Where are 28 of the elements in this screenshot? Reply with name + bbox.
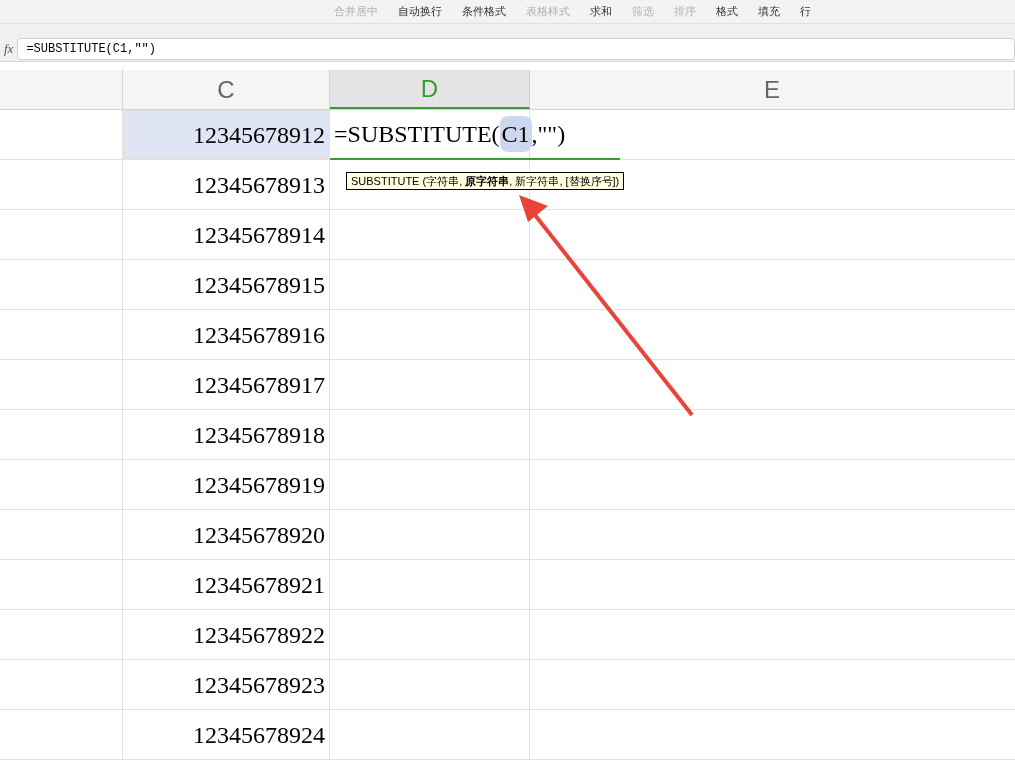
formula-text: ,"") — [531, 120, 566, 149]
table-cell[interactable]: 12345678922 — [123, 610, 330, 659]
toolbar-button[interactable]: 条件格式 — [458, 6, 510, 17]
table-cell[interactable]: 12345678923 — [123, 660, 330, 709]
toolbar-button[interactable]: 自动换行 — [394, 6, 446, 17]
table-cell[interactable]: 12345678917 — [123, 360, 330, 409]
table-cell[interactable]: 12345678921 — [123, 560, 330, 609]
formula-text: =SUBSTITUTE( — [334, 120, 500, 149]
table-cell[interactable]: 12345678924 — [123, 710, 330, 759]
toolbar-button[interactable]: 填充 — [754, 6, 784, 17]
toolbar-button[interactable]: 求和 — [586, 6, 616, 17]
table-cell[interactable]: 12345678920 — [123, 510, 330, 559]
toolbar-button[interactable]: 行 — [796, 6, 815, 17]
table-cell[interactable]: 12345678912 — [123, 110, 330, 159]
function-tooltip: SUBSTITUTE (字符串, 原字符串, 新字符串, [替换序号]) — [346, 172, 625, 190]
fx-label: fx — [3, 39, 15, 58]
arrow-icon — [519, 195, 694, 417]
toolbar-button[interactable]: 格式 — [712, 6, 742, 17]
table-cell[interactable]: 12345678918 — [123, 410, 330, 459]
formula-field[interactable]: =SUBSTITUTE(C1,"") — [17, 37, 1015, 60]
table-cell[interactable]: 12345678914 — [123, 210, 330, 259]
table-cell[interactable]: 12345678913 — [123, 160, 330, 209]
column-header[interactable]: E — [530, 70, 1015, 109]
editing-cell[interactable]: =SUBSTITUTE(C1,"") — [330, 110, 620, 160]
table-cell[interactable]: 12345678919 — [123, 460, 330, 509]
table-cell[interactable]: 12345678915 — [123, 260, 330, 309]
cell-reference: C1 — [499, 116, 532, 152]
table-cell[interactable]: 12345678916 — [123, 310, 330, 359]
